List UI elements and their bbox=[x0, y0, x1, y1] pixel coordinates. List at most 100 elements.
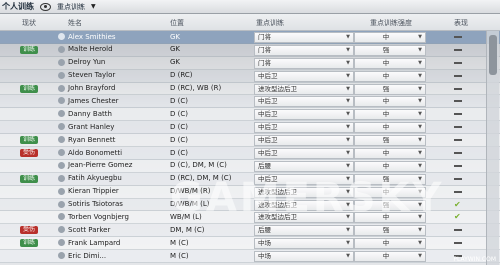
intensity-select[interactable]: 中 ▼ bbox=[354, 122, 426, 134]
player-name[interactable]: Alex Smithies bbox=[68, 33, 116, 41]
intensity-select[interactable]: 中 ▼ bbox=[354, 32, 426, 43]
info-icon[interactable] bbox=[58, 187, 65, 195]
column-intensity[interactable]: 重点训练强度 bbox=[370, 18, 412, 28]
table-row[interactable]: Eric Dimi... M (C) 中场 ▼ 中 ▼ bbox=[0, 250, 500, 264]
player-name[interactable]: Eric Dimi... bbox=[68, 252, 106, 260]
info-icon[interactable] bbox=[58, 97, 65, 105]
player-name[interactable]: Aldo Bonometti bbox=[68, 149, 122, 157]
training-select[interactable]: 后腰 ▼ bbox=[254, 160, 354, 172]
intensity-value: 中 bbox=[382, 161, 390, 170]
info-icon[interactable] bbox=[58, 200, 65, 208]
column-focus[interactable]: 重点训练 bbox=[256, 18, 284, 28]
player-name[interactable]: Sotiris Tsiotoras bbox=[68, 200, 123, 208]
info-icon[interactable] bbox=[58, 71, 65, 79]
status-badge: 受伤 bbox=[20, 226, 38, 235]
info-icon[interactable] bbox=[58, 33, 65, 40]
intensity-select[interactable]: 强 ▼ bbox=[354, 44, 426, 56]
player-name[interactable]: Grant Hanley bbox=[68, 123, 114, 131]
scrollbar[interactable] bbox=[486, 31, 499, 265]
player-name[interactable]: Malte Herold bbox=[68, 45, 113, 53]
info-icon[interactable] bbox=[58, 58, 65, 66]
player-name[interactable]: Fatih Akyuegbu bbox=[68, 174, 122, 182]
table-row[interactable]: 训练 Ryan Bennett D (C) 中后卫 ▼ 强 ▼ bbox=[0, 134, 500, 148]
column-name[interactable]: 姓名 bbox=[68, 18, 82, 28]
intensity-select[interactable]: 中 ▼ bbox=[354, 96, 426, 108]
intensity-select[interactable]: 强 ▼ bbox=[354, 135, 426, 147]
player-name[interactable]: John Brayford bbox=[68, 84, 116, 92]
info-icon[interactable] bbox=[58, 161, 65, 169]
training-value: 后腰 bbox=[258, 226, 271, 235]
chevron-down-icon: ▼ bbox=[418, 253, 422, 260]
view-dropdown[interactable]: 重点训练 bbox=[57, 2, 85, 12]
table-row[interactable]: Grant Hanley D (C) 中后卫 ▼ 中 ▼ bbox=[0, 121, 500, 135]
player-name[interactable]: Kieran Trippier bbox=[68, 187, 119, 195]
info-icon[interactable] bbox=[58, 84, 65, 92]
player-name[interactable]: Frank Lampard bbox=[68, 239, 120, 247]
info-icon[interactable] bbox=[58, 123, 65, 131]
player-position: D (C) bbox=[170, 122, 188, 131]
info-icon[interactable] bbox=[58, 252, 65, 260]
intensity-select[interactable]: 中 ▼ bbox=[354, 160, 426, 172]
training-select[interactable]: 中场 ▼ bbox=[254, 251, 354, 263]
chevron-down-icon[interactable]: ▼ bbox=[91, 3, 96, 10]
info-icon[interactable] bbox=[58, 174, 65, 182]
chevron-down-icon: ▼ bbox=[346, 240, 350, 247]
training-select[interactable]: 门将 ▼ bbox=[254, 57, 354, 69]
info-icon[interactable] bbox=[58, 110, 65, 118]
player-name[interactable]: Steven Taylor bbox=[68, 71, 115, 79]
table-row[interactable]: 受伤 Scott Parker DM, M (C) 后腰 ▼ 强 ▼ bbox=[0, 224, 500, 238]
info-icon[interactable] bbox=[58, 149, 65, 157]
column-position[interactable]: 位置 bbox=[170, 18, 184, 28]
info-icon[interactable] bbox=[58, 45, 65, 53]
table-row[interactable]: 受伤 Aldo Bonometti D (C) 中后卫 ▼ 中 ▼ bbox=[0, 147, 500, 160]
player-name[interactable]: James Chester bbox=[68, 97, 119, 105]
player-name[interactable]: Jean-Pierre Gomez bbox=[68, 161, 132, 169]
training-select[interactable]: 中场 ▼ bbox=[254, 238, 354, 250]
table-row[interactable]: 训练 John Brayford D (RC), WB (R) 进攻型边后卫 ▼ 强 ▼ bbox=[0, 82, 500, 96]
table-row[interactable]: Jean-Pierre Gomez D (C), DM, M (C) 后腰 ▼ 中 ▼ bbox=[0, 159, 500, 173]
column-status[interactable]: 现状 bbox=[22, 18, 36, 28]
column-performance[interactable]: 表现 bbox=[454, 18, 468, 28]
table-row[interactable]: Danny Batth D (C) 中后卫 ▼ 中 ▼ bbox=[0, 108, 500, 122]
intensity-select[interactable]: 中 ▼ bbox=[354, 251, 426, 263]
table-row[interactable]: Alex Smithies GK 门将 ▼ 中 ▼ bbox=[0, 31, 500, 44]
intensity-select[interactable]: 中 ▼ bbox=[354, 238, 426, 250]
training-select[interactable]: 中后卫 ▼ bbox=[254, 96, 354, 108]
training-select[interactable]: 中后卫 ▼ bbox=[254, 70, 354, 82]
view-eye-icon[interactable] bbox=[40, 2, 51, 11]
dash-icon bbox=[454, 139, 462, 142]
intensity-value: 强 bbox=[382, 136, 390, 145]
player-name[interactable]: Scott Parker bbox=[68, 226, 110, 234]
info-icon[interactable] bbox=[58, 136, 65, 144]
table-row[interactable]: Delroy Yun GK 门将 ▼ 中 ▼ bbox=[0, 56, 500, 70]
chevron-down-icon: ▼ bbox=[418, 150, 422, 157]
training-select[interactable]: 门将 ▼ bbox=[254, 32, 354, 43]
info-icon[interactable] bbox=[58, 226, 65, 234]
info-icon[interactable] bbox=[58, 213, 65, 221]
intensity-select[interactable]: 中 ▼ bbox=[354, 57, 426, 69]
training-select[interactable]: 中后卫 ▼ bbox=[254, 122, 354, 134]
chevron-down-icon: ▼ bbox=[418, 72, 422, 79]
scrollbar-thumb[interactable] bbox=[489, 35, 497, 75]
training-select[interactable]: 门将 ▼ bbox=[254, 44, 354, 56]
training-select[interactable]: 后腰 ▼ bbox=[254, 225, 354, 237]
intensity-select[interactable]: 强 ▼ bbox=[354, 83, 426, 95]
table-row[interactable]: James Chester D (C) 中后卫 ▼ 中 ▼ bbox=[0, 95, 500, 109]
training-select[interactable]: 中后卫 ▼ bbox=[254, 109, 354, 121]
table-row[interactable]: 训练 Malte Herold GK 门将 ▼ 强 ▼ bbox=[0, 43, 500, 57]
intensity-select[interactable]: 中 ▼ bbox=[354, 109, 426, 121]
player-name[interactable]: Delroy Yun bbox=[68, 58, 105, 66]
training-value: 中后卫 bbox=[258, 110, 278, 119]
intensity-select[interactable]: 中 ▼ bbox=[354, 148, 426, 160]
intensity-select[interactable]: 强 ▼ bbox=[354, 225, 426, 237]
player-name[interactable]: Danny Batth bbox=[68, 110, 112, 118]
player-name[interactable]: Torben Vognbjerg bbox=[68, 213, 129, 221]
intensity-select[interactable]: 中 ▼ bbox=[354, 70, 426, 82]
table-row[interactable]: 训练 Frank Lampard M (C) 中场 ▼ 中 ▼ bbox=[0, 237, 500, 251]
table-row[interactable]: Steven Taylor D (RC) 中后卫 ▼ 中 ▼ bbox=[0, 69, 500, 83]
info-icon[interactable] bbox=[58, 239, 65, 247]
training-select[interactable]: 进攻型边后卫 ▼ bbox=[254, 83, 354, 95]
training-select[interactable]: 中后卫 ▼ bbox=[254, 135, 354, 147]
training-select[interactable]: 中后卫 ▼ bbox=[254, 148, 354, 160]
player-name[interactable]: Ryan Bennett bbox=[68, 136, 115, 144]
